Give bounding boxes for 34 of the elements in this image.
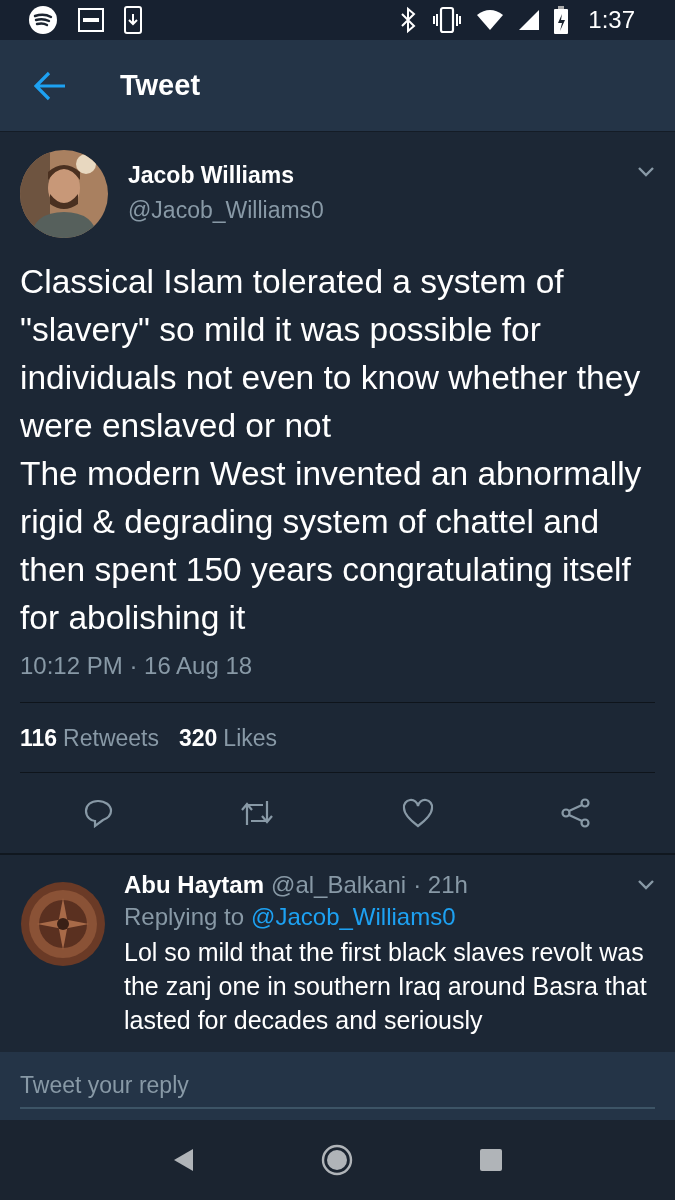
- replying-to-label: Replying to: [124, 903, 245, 931]
- reply-input-field[interactable]: Tweet your reply: [0, 1052, 675, 1120]
- chevron-down-icon[interactable]: [637, 879, 655, 891]
- heart-icon[interactable]: [401, 798, 434, 828]
- page-title: Tweet: [120, 69, 201, 102]
- retweet-icon[interactable]: [239, 799, 276, 827]
- stat-label[interactable]: Likes: [223, 725, 278, 752]
- stat-count[interactable]: 116: [20, 725, 58, 752]
- status-time: 1:37: [588, 6, 635, 34]
- signal-icon: [518, 9, 541, 31]
- back-nav-icon[interactable]: [173, 1148, 196, 1172]
- author-name[interactable]: Jacob Williams: [128, 162, 617, 189]
- recents-nav-icon[interactable]: [479, 1149, 502, 1171]
- share-icon[interactable]: [559, 798, 592, 828]
- chevron-down-icon[interactable]: [637, 166, 655, 178]
- vibrate-icon: [432, 6, 463, 34]
- reply-time: · 21h: [413, 871, 468, 899]
- download-icon: [124, 6, 142, 34]
- tweet-timestamp: 10:12 PM · 16 Aug 18: [20, 652, 655, 703]
- battery-icon: [554, 6, 569, 34]
- stat-count[interactable]: 320: [179, 725, 218, 752]
- home-nav-icon[interactable]: [321, 1144, 354, 1176]
- tweet-text: Classical Islam tolerated a system of "slavery" so mild it was possible for individuals not even to know whether they were enslaved or not: [20, 262, 642, 446]
- back-arrow-icon[interactable]: [34, 70, 66, 101]
- stat-label[interactable]: Retweets: [63, 725, 159, 752]
- reply-author-name[interactable]: Abu Haytam: [124, 871, 265, 899]
- author-handle[interactable]: @Jacob_Williams0: [128, 197, 617, 224]
- reply-text: Lol so mild that the first black slaves revolt was the zanj one in southern Iraq around Basra that lasted for decades and seriously: [124, 937, 648, 1036]
- tweet-text: The modern West invented an abnormally rigid & degrading system of chattel and then spent 150 years congratulating itself for abolishing it: [20, 454, 643, 638]
- reply-icon[interactable]: [83, 798, 114, 828]
- mention-link[interactable]: @Jacob_Williams0: [251, 903, 456, 931]
- reply-author-handle[interactable]: @al_Balkani: [271, 871, 407, 899]
- wifi-icon: [476, 9, 505, 31]
- spotify-icon: [28, 5, 58, 35]
